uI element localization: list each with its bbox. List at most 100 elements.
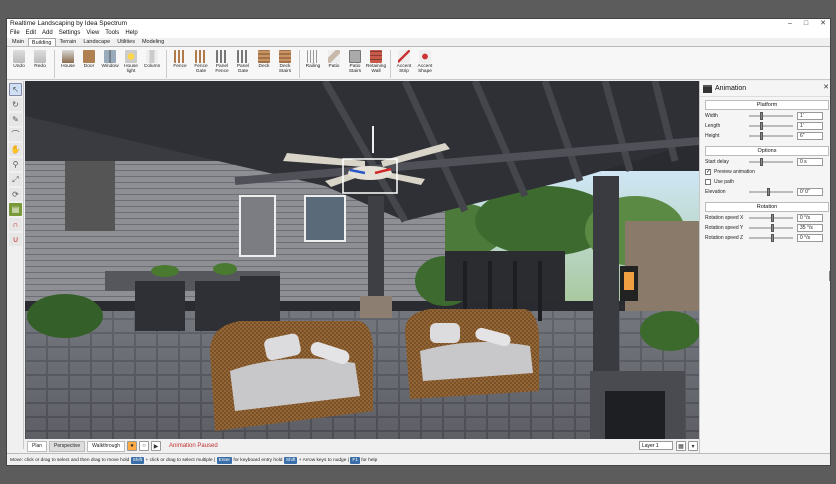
left-toolbar: ↖ ↻ ✎ ⌒ ✋ ⚲ ⤢ ⟳ ▤ ∩ ∪: [7, 81, 24, 449]
tab-utilities[interactable]: Utilities: [114, 38, 138, 46]
tab-plan[interactable]: Plan: [27, 440, 48, 452]
record-icon[interactable]: ●: [127, 441, 138, 451]
railing-button[interactable]: Railing: [303, 50, 323, 69]
pencil-icon[interactable]: ✎: [9, 113, 22, 126]
menu-settings[interactable]: Settings: [59, 29, 81, 38]
start-delay-row: Start delay 0 s: [705, 157, 829, 166]
rotate-icon[interactable]: ↻: [9, 98, 22, 111]
zoom-icon[interactable]: ⚲: [9, 158, 22, 171]
rotation-speed-y-slider[interactable]: [749, 223, 793, 232]
rotation-speed-x-row: Rotation speed X 0 °/s: [705, 213, 829, 222]
height-slider[interactable]: [749, 131, 793, 140]
tab-perspective[interactable]: Perspective: [49, 440, 86, 452]
light-icon: [125, 50, 137, 63]
loop-icon[interactable]: ○: [139, 441, 150, 451]
panel-fence-button[interactable]: Panel Fence: [212, 50, 232, 74]
snap-icon[interactable]: ∪: [9, 233, 22, 246]
rotation-speed-y-value[interactable]: 35 °/s: [797, 223, 823, 232]
rotation-speed-x-slider[interactable]: [749, 213, 793, 222]
fence-gate-button[interactable]: Fence Gate: [191, 50, 211, 74]
redo-button[interactable]: Redo: [30, 50, 50, 69]
slider-knob[interactable]: [760, 121, 763, 130]
slider-knob[interactable]: [766, 187, 770, 196]
close-panel-icon[interactable]: ✕: [823, 83, 829, 91]
layer-settings-icon[interactable]: ▦: [676, 441, 686, 451]
tab-main[interactable]: Main: [9, 38, 27, 46]
layer-select[interactable]: Layer 1: [639, 441, 673, 450]
hand-icon[interactable]: ✋: [9, 143, 22, 156]
patio-label: Patio: [328, 64, 340, 69]
elevation-value[interactable]: 0' 0": [797, 187, 823, 196]
start-delay-slider[interactable]: [749, 157, 793, 166]
height-value[interactable]: 6": [797, 131, 823, 140]
deck-button[interactable]: Deck: [254, 50, 274, 69]
fence-button[interactable]: Fence: [170, 50, 190, 69]
door-button[interactable]: Door: [79, 50, 99, 69]
key-enter: Enter: [216, 457, 233, 464]
deck-stairs-button[interactable]: Deck Stairs: [275, 50, 295, 74]
slider-knob[interactable]: [760, 111, 763, 120]
panel-fence-icon: [216, 50, 228, 63]
tab-building[interactable]: Building: [27, 38, 56, 46]
window-button[interactable]: Window: [100, 50, 120, 69]
patio-button[interactable]: Patio: [324, 50, 344, 69]
panel-scrollbar[interactable]: [829, 271, 830, 281]
close-icon[interactable]: ✕: [820, 19, 826, 29]
rotation-speed-z-slider[interactable]: [749, 233, 793, 242]
house-light-button[interactable]: House light: [121, 50, 141, 74]
patio-scene-render: [25, 81, 699, 439]
slider-knob[interactable]: [760, 131, 763, 140]
menu-file[interactable]: File: [10, 29, 20, 38]
minimize-icon[interactable]: –: [788, 19, 792, 29]
rotation-speed-x-value[interactable]: 0 °/s: [797, 213, 823, 222]
slider-knob[interactable]: [771, 213, 774, 222]
preview-checkbox[interactable]: ✓: [705, 168, 711, 175]
orbit-icon[interactable]: ⟳: [9, 188, 22, 201]
slider-knob[interactable]: [771, 233, 774, 242]
menu-view[interactable]: View: [86, 29, 99, 38]
measure-icon[interactable]: ▤: [9, 203, 22, 216]
patio-icon: [328, 50, 340, 63]
length-value[interactable]: 1': [797, 121, 823, 130]
slider-knob[interactable]: [760, 157, 763, 166]
patio-stairs-icon: [349, 50, 361, 63]
use-path-row: Use path: [705, 177, 829, 186]
menu-tools[interactable]: Tools: [105, 29, 119, 38]
retaining-wall-button[interactable]: Retaining Wall: [366, 50, 386, 74]
elevation-slider[interactable]: [749, 187, 793, 196]
width-slider[interactable]: [749, 111, 793, 120]
rotation-speed-z-value[interactable]: 0 °/s: [797, 233, 823, 242]
window-icon: [104, 50, 116, 63]
menu-help[interactable]: Help: [125, 29, 137, 38]
rotation-speed-z-row: Rotation speed Z 0 °/s: [705, 233, 829, 242]
curve-icon[interactable]: ⌒: [9, 128, 22, 141]
tab-walkthrough[interactable]: Walkthrough: [87, 440, 126, 452]
accent-shape-button[interactable]: Accent Shape: [415, 50, 435, 74]
tab-landscape[interactable]: Landscape: [80, 38, 113, 46]
tab-terrain[interactable]: Terrain: [57, 38, 80, 46]
length-slider[interactable]: [749, 121, 793, 130]
slider-knob[interactable]: [771, 223, 774, 232]
key-f1: F1: [350, 457, 360, 464]
status-text: + Arrow keys to nudge: [298, 458, 347, 463]
key-shift: Shift: [130, 457, 145, 464]
magnet-icon[interactable]: ∩: [9, 218, 22, 231]
accent-strip-button[interactable]: Accent Strip: [394, 50, 414, 74]
patio-stairs-button[interactable]: Patio Stairs: [345, 50, 365, 74]
house-button[interactable]: House: [58, 50, 78, 69]
panel-gate-button[interactable]: Panel Gate: [233, 50, 253, 74]
zoom-extents-icon[interactable]: ⤢: [9, 173, 22, 186]
start-delay-value[interactable]: 0 s: [797, 157, 823, 166]
maximize-icon[interactable]: □: [804, 19, 808, 29]
column-button[interactable]: Column: [142, 50, 162, 69]
select-arrow-icon[interactable]: ↖: [9, 83, 22, 96]
tab-modeling[interactable]: Modeling: [139, 38, 167, 46]
chevron-down-icon[interactable]: ▾: [688, 441, 698, 451]
use-path-checkbox[interactable]: [705, 178, 711, 185]
menu-add[interactable]: Add: [42, 29, 53, 38]
menu-edit[interactable]: Edit: [26, 29, 36, 38]
3d-viewport[interactable]: [25, 81, 699, 439]
width-value[interactable]: 1': [797, 111, 823, 120]
play-icon[interactable]: ▶: [151, 441, 162, 451]
undo-button[interactable]: Undo: [9, 50, 29, 69]
